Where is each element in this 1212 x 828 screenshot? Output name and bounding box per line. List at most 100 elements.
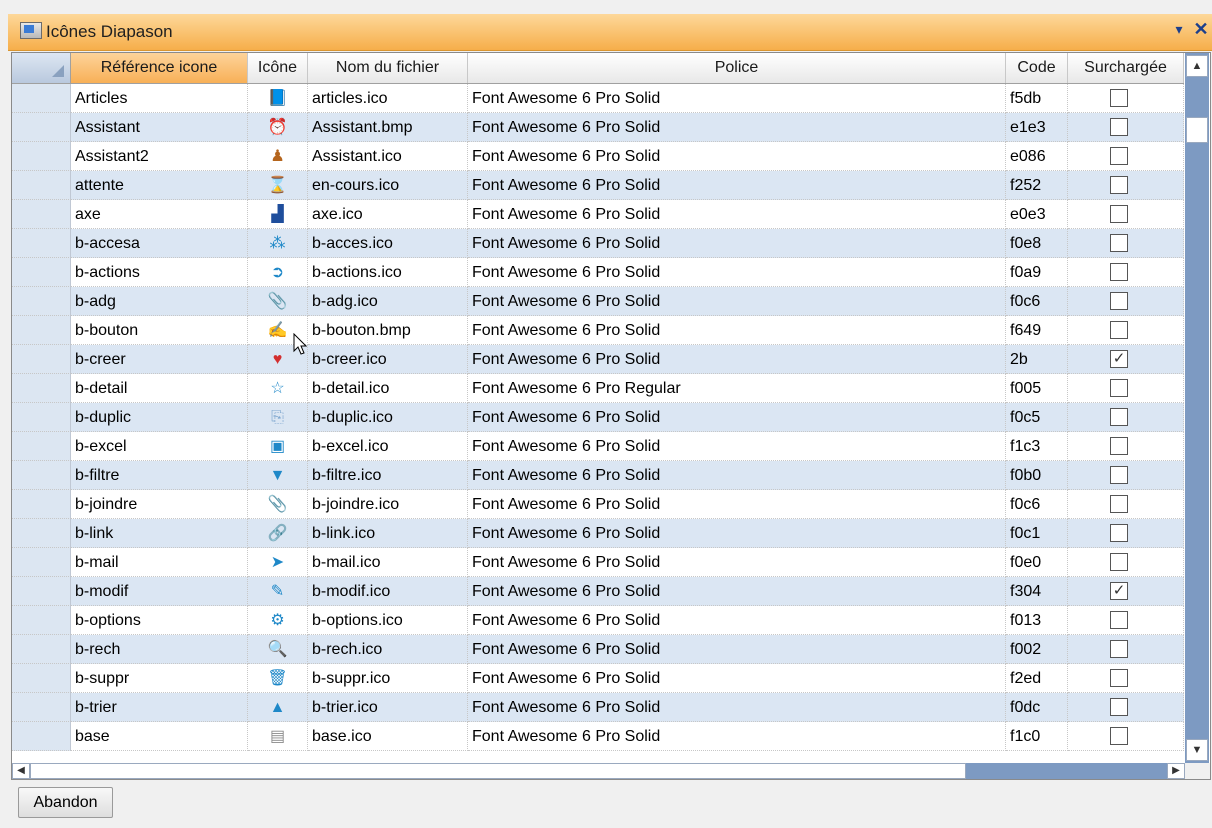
code-cell[interactable]: f1c3 — [1006, 432, 1068, 461]
overridden-checkbox[interactable] — [1110, 495, 1128, 513]
icon-cell[interactable]: ▟ — [248, 200, 308, 229]
reference-cell[interactable]: b-suppr — [71, 664, 248, 693]
font-cell[interactable]: Font Awesome 6 Pro Solid — [468, 171, 1006, 200]
reference-cell[interactable]: Articles — [71, 84, 248, 113]
overridden-checkbox[interactable] — [1110, 524, 1128, 542]
overridden-cell[interactable] — [1068, 432, 1184, 461]
filename-cell[interactable]: Assistant.bmp — [308, 113, 468, 142]
overridden-checkbox[interactable] — [1110, 466, 1128, 484]
icon-cell[interactable]: ✎ — [248, 577, 308, 606]
table-row[interactable]: b-joindre 📎 b-joindre.ico Font Awesome 6 Pr… — [12, 490, 1184, 519]
vertical-scrollbar[interactable]: ▲ ▼ — [1185, 53, 1209, 763]
filename-cell[interactable]: b-filtre.ico — [308, 461, 468, 490]
overridden-checkbox[interactable] — [1110, 408, 1128, 426]
overridden-cell[interactable] — [1068, 722, 1184, 751]
reference-cell[interactable]: b-modif — [71, 577, 248, 606]
reference-cell[interactable]: base — [71, 722, 248, 751]
filename-cell[interactable]: b-detail.ico — [308, 374, 468, 403]
table-row[interactable]: base ▤ base.ico Font Awesome 6 Pro Solid f1c… — [12, 722, 1184, 751]
row-selector[interactable] — [12, 461, 71, 490]
overridden-checkbox[interactable]: ✓ — [1110, 582, 1128, 600]
font-cell[interactable]: Font Awesome 6 Pro Solid — [468, 229, 1006, 258]
row-selector[interactable] — [12, 577, 71, 606]
overridden-cell[interactable] — [1068, 403, 1184, 432]
row-selector[interactable] — [12, 171, 71, 200]
row-selector[interactable] — [12, 345, 71, 374]
filename-cell[interactable]: b-acces.ico — [308, 229, 468, 258]
icon-cell[interactable]: ☆ — [248, 374, 308, 403]
filename-cell[interactable]: b-rech.ico — [308, 635, 468, 664]
row-selector[interactable] — [12, 490, 71, 519]
font-cell[interactable]: Font Awesome 6 Pro Solid — [468, 722, 1006, 751]
abandon-button[interactable]: Abandon — [18, 787, 113, 818]
filename-cell[interactable]: b-adg.ico — [308, 287, 468, 316]
font-cell[interactable]: Font Awesome 6 Pro Solid — [468, 548, 1006, 577]
row-selector[interactable] — [12, 432, 71, 461]
font-cell[interactable]: Font Awesome 6 Pro Solid — [468, 84, 1006, 113]
reference-cell[interactable]: Assistant — [71, 113, 248, 142]
icon-cell[interactable]: 📎 — [248, 490, 308, 519]
row-selector[interactable] — [12, 374, 71, 403]
overridden-checkbox[interactable] — [1110, 640, 1128, 658]
icon-cell[interactable]: ▣ — [248, 432, 308, 461]
overridden-cell[interactable] — [1068, 374, 1184, 403]
overridden-cell[interactable] — [1068, 200, 1184, 229]
column-header-font[interactable]: Police — [468, 53, 1006, 83]
code-cell[interactable]: f0c1 — [1006, 519, 1068, 548]
filename-cell[interactable]: b-options.ico — [308, 606, 468, 635]
table-row[interactable]: attente ⌛ en-cours.ico Font Awesome 6 Pro S… — [12, 171, 1184, 200]
reference-cell[interactable]: b-accesa — [71, 229, 248, 258]
icon-cell[interactable]: ➲ — [248, 258, 308, 287]
reference-cell[interactable]: b-options — [71, 606, 248, 635]
code-cell[interactable]: f304 — [1006, 577, 1068, 606]
code-cell[interactable]: f005 — [1006, 374, 1068, 403]
scroll-down-icon[interactable]: ▼ — [1186, 739, 1208, 761]
horizontal-scrollbar[interactable]: ◀ ▶ — [12, 763, 1185, 779]
overridden-cell[interactable] — [1068, 635, 1184, 664]
font-cell[interactable]: Font Awesome 6 Pro Solid — [468, 461, 1006, 490]
filename-cell[interactable]: b-mail.ico — [308, 548, 468, 577]
row-selector[interactable] — [12, 635, 71, 664]
overridden-cell[interactable] — [1068, 171, 1184, 200]
overridden-cell[interactable] — [1068, 287, 1184, 316]
overridden-cell[interactable] — [1068, 664, 1184, 693]
overridden-cell[interactable] — [1068, 229, 1184, 258]
code-cell[interactable]: f013 — [1006, 606, 1068, 635]
reference-cell[interactable]: b-bouton — [71, 316, 248, 345]
overridden-checkbox[interactable] — [1110, 553, 1128, 571]
reference-cell[interactable]: b-actions — [71, 258, 248, 287]
column-header-reference[interactable]: Référence icone — [71, 53, 248, 83]
row-selector[interactable] — [12, 316, 71, 345]
overridden-checkbox[interactable] — [1110, 234, 1128, 252]
icon-cell[interactable]: 🔍 — [248, 635, 308, 664]
font-cell[interactable]: Font Awesome 6 Pro Solid — [468, 664, 1006, 693]
overridden-checkbox[interactable] — [1110, 611, 1128, 629]
filename-cell[interactable]: b-bouton.bmp — [308, 316, 468, 345]
icon-cell[interactable]: ⏰ — [248, 113, 308, 142]
font-cell[interactable]: Font Awesome 6 Pro Solid — [468, 142, 1006, 171]
overridden-checkbox[interactable] — [1110, 176, 1128, 194]
code-cell[interactable]: f0e8 — [1006, 229, 1068, 258]
row-selector[interactable] — [12, 519, 71, 548]
font-cell[interactable]: Font Awesome 6 Pro Solid — [468, 113, 1006, 142]
code-cell[interactable]: f0b0 — [1006, 461, 1068, 490]
reference-cell[interactable]: b-rech — [71, 635, 248, 664]
code-cell[interactable]: f0c6 — [1006, 490, 1068, 519]
close-icon[interactable]: ✕ — [1190, 18, 1212, 40]
icon-cell[interactable]: ⚙ — [248, 606, 308, 635]
filename-cell[interactable]: b-excel.ico — [308, 432, 468, 461]
icons-grid[interactable]: Référence icone Icône Nom du fichier Pol… — [11, 52, 1211, 780]
code-cell[interactable]: e086 — [1006, 142, 1068, 171]
font-cell[interactable]: Font Awesome 6 Pro Solid — [468, 200, 1006, 229]
overridden-cell[interactable] — [1068, 258, 1184, 287]
reference-cell[interactable]: b-mail — [71, 548, 248, 577]
overridden-cell[interactable]: ✓ — [1068, 345, 1184, 374]
overridden-cell[interactable] — [1068, 461, 1184, 490]
column-header-filename[interactable]: Nom du fichier — [308, 53, 468, 83]
icon-cell[interactable]: ⌛ — [248, 171, 308, 200]
code-cell[interactable]: f2ed — [1006, 664, 1068, 693]
table-row[interactable]: Articles 📘 articles.ico Font Awesome 6 Pro … — [12, 84, 1184, 113]
reference-cell[interactable]: b-adg — [71, 287, 248, 316]
overridden-cell[interactable] — [1068, 142, 1184, 171]
reference-cell[interactable]: b-link — [71, 519, 248, 548]
